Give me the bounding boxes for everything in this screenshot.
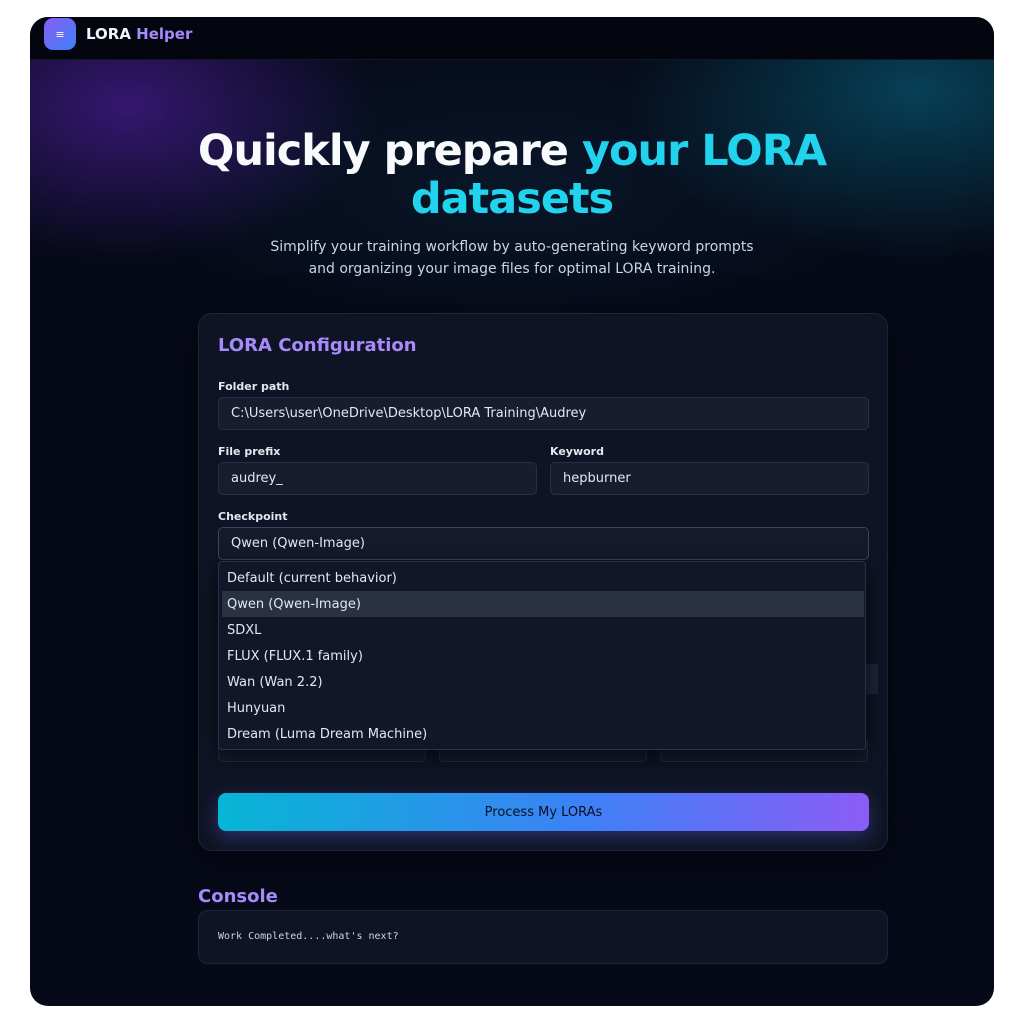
checkpoint-label: Checkpoint [218,510,288,523]
hero-title-cyan-2: datasets [410,174,614,224]
menu-lines-icon: ≡ [55,27,65,41]
checkpoint-option[interactable]: SDXL [222,617,864,643]
folder-path-label: Folder path [218,380,290,393]
logo-icon[interactable]: ≡ [44,18,76,50]
config-title: LORA Configuration [218,335,417,356]
checkpoint-select[interactable]: Qwen (Qwen-Image) [218,527,869,560]
file-prefix-label: File prefix [218,445,281,458]
checkpoint-option[interactable]: Hunyuan [222,695,864,721]
hero-subtitle-line-2: and organizing your image files for opti… [308,261,716,277]
checkpoint-option-selected[interactable]: Qwen (Qwen-Image) [222,591,864,617]
checkpoint-option[interactable]: Wan (Wan 2.2) [222,669,864,695]
folder-path-input[interactable]: C:\Users\user\OneDrive\Desktop\LORA Trai… [218,397,869,430]
brand-name[interactable]: LORA Helper [86,25,192,43]
checkpoint-dropdown: Default (current behavior) Qwen (Qwen-Im… [218,561,866,750]
console-output: Work Completed....what's next? [218,931,399,942]
top-navbar: ≡ LORA Helper [30,17,994,60]
hero-subtitle-line-1: Simplify your training workflow by auto-… [270,239,754,255]
checkpoint-option[interactable]: Default (current behavior) [222,565,864,591]
keyword-input[interactable]: hepburner [550,462,869,495]
hero-title-white: Quickly prepare [197,126,569,176]
checkpoint-option[interactable]: Dream (Luma Dream Machine) [222,721,864,747]
brand-part-1: LORA [86,25,131,43]
process-button[interactable]: Process My LORAs [218,793,869,831]
hero-title-cyan-1: your LORA [581,126,827,176]
file-prefix-input[interactable]: audrey_ [218,462,537,495]
console-title: Console [198,886,278,907]
hidden-input-edge [866,664,878,694]
checkpoint-option[interactable]: FLUX (FLUX.1 family) [222,643,864,669]
keyword-label: Keyword [550,445,604,458]
brand-part-2: Helper [136,25,193,43]
